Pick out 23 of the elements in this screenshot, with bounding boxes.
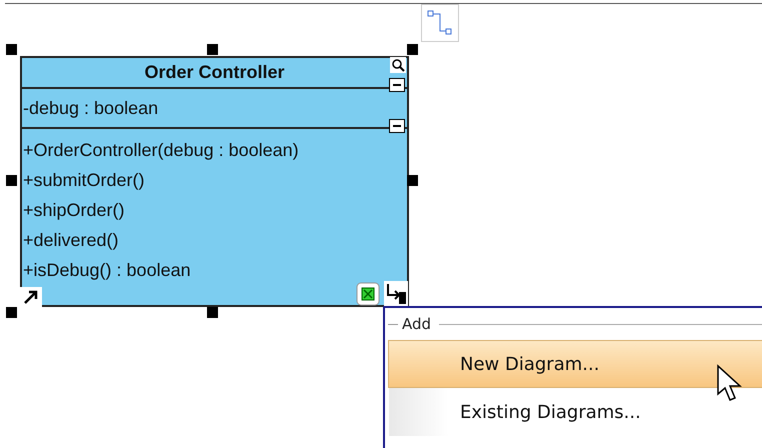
attribute-text: -debug : boolean (23, 97, 160, 120)
selection-handle[interactable] (407, 175, 418, 186)
collapse-icon[interactable] (389, 119, 405, 133)
operation-text: +submitOrder() (23, 169, 146, 192)
connector-icon[interactable] (421, 4, 459, 42)
menu-item[interactable]: New Diagram... (388, 340, 762, 388)
menu-group-label: Add (402, 314, 432, 335)
selection-handle[interactable] (6, 175, 17, 186)
class-name: Order Controller (144, 61, 285, 84)
class-box[interactable]: Order Controller -debug : boolean +OrderController(debug : boolean) +submitOrder() +shipOrder() +delivered() +isDebug() : boolean (20, 56, 409, 307)
link-icon[interactable] (384, 281, 408, 307)
selection-handle[interactable] (6, 44, 17, 55)
operation-text: +delivered() (23, 229, 120, 252)
search-icon[interactable] (390, 57, 406, 73)
collapse-icon[interactable] (389, 78, 405, 92)
selection-handle[interactable] (6, 307, 17, 318)
operation-text: +shipOrder() (23, 199, 126, 222)
selection-handle[interactable] (207, 44, 218, 55)
resize-icon[interactable] (356, 282, 380, 306)
operation-text: +OrderController(debug : boolean) (23, 139, 300, 162)
selection-handle[interactable] (207, 307, 218, 318)
selection-handle[interactable] (407, 44, 418, 55)
operation-text: +isDebug() : boolean (23, 259, 192, 282)
